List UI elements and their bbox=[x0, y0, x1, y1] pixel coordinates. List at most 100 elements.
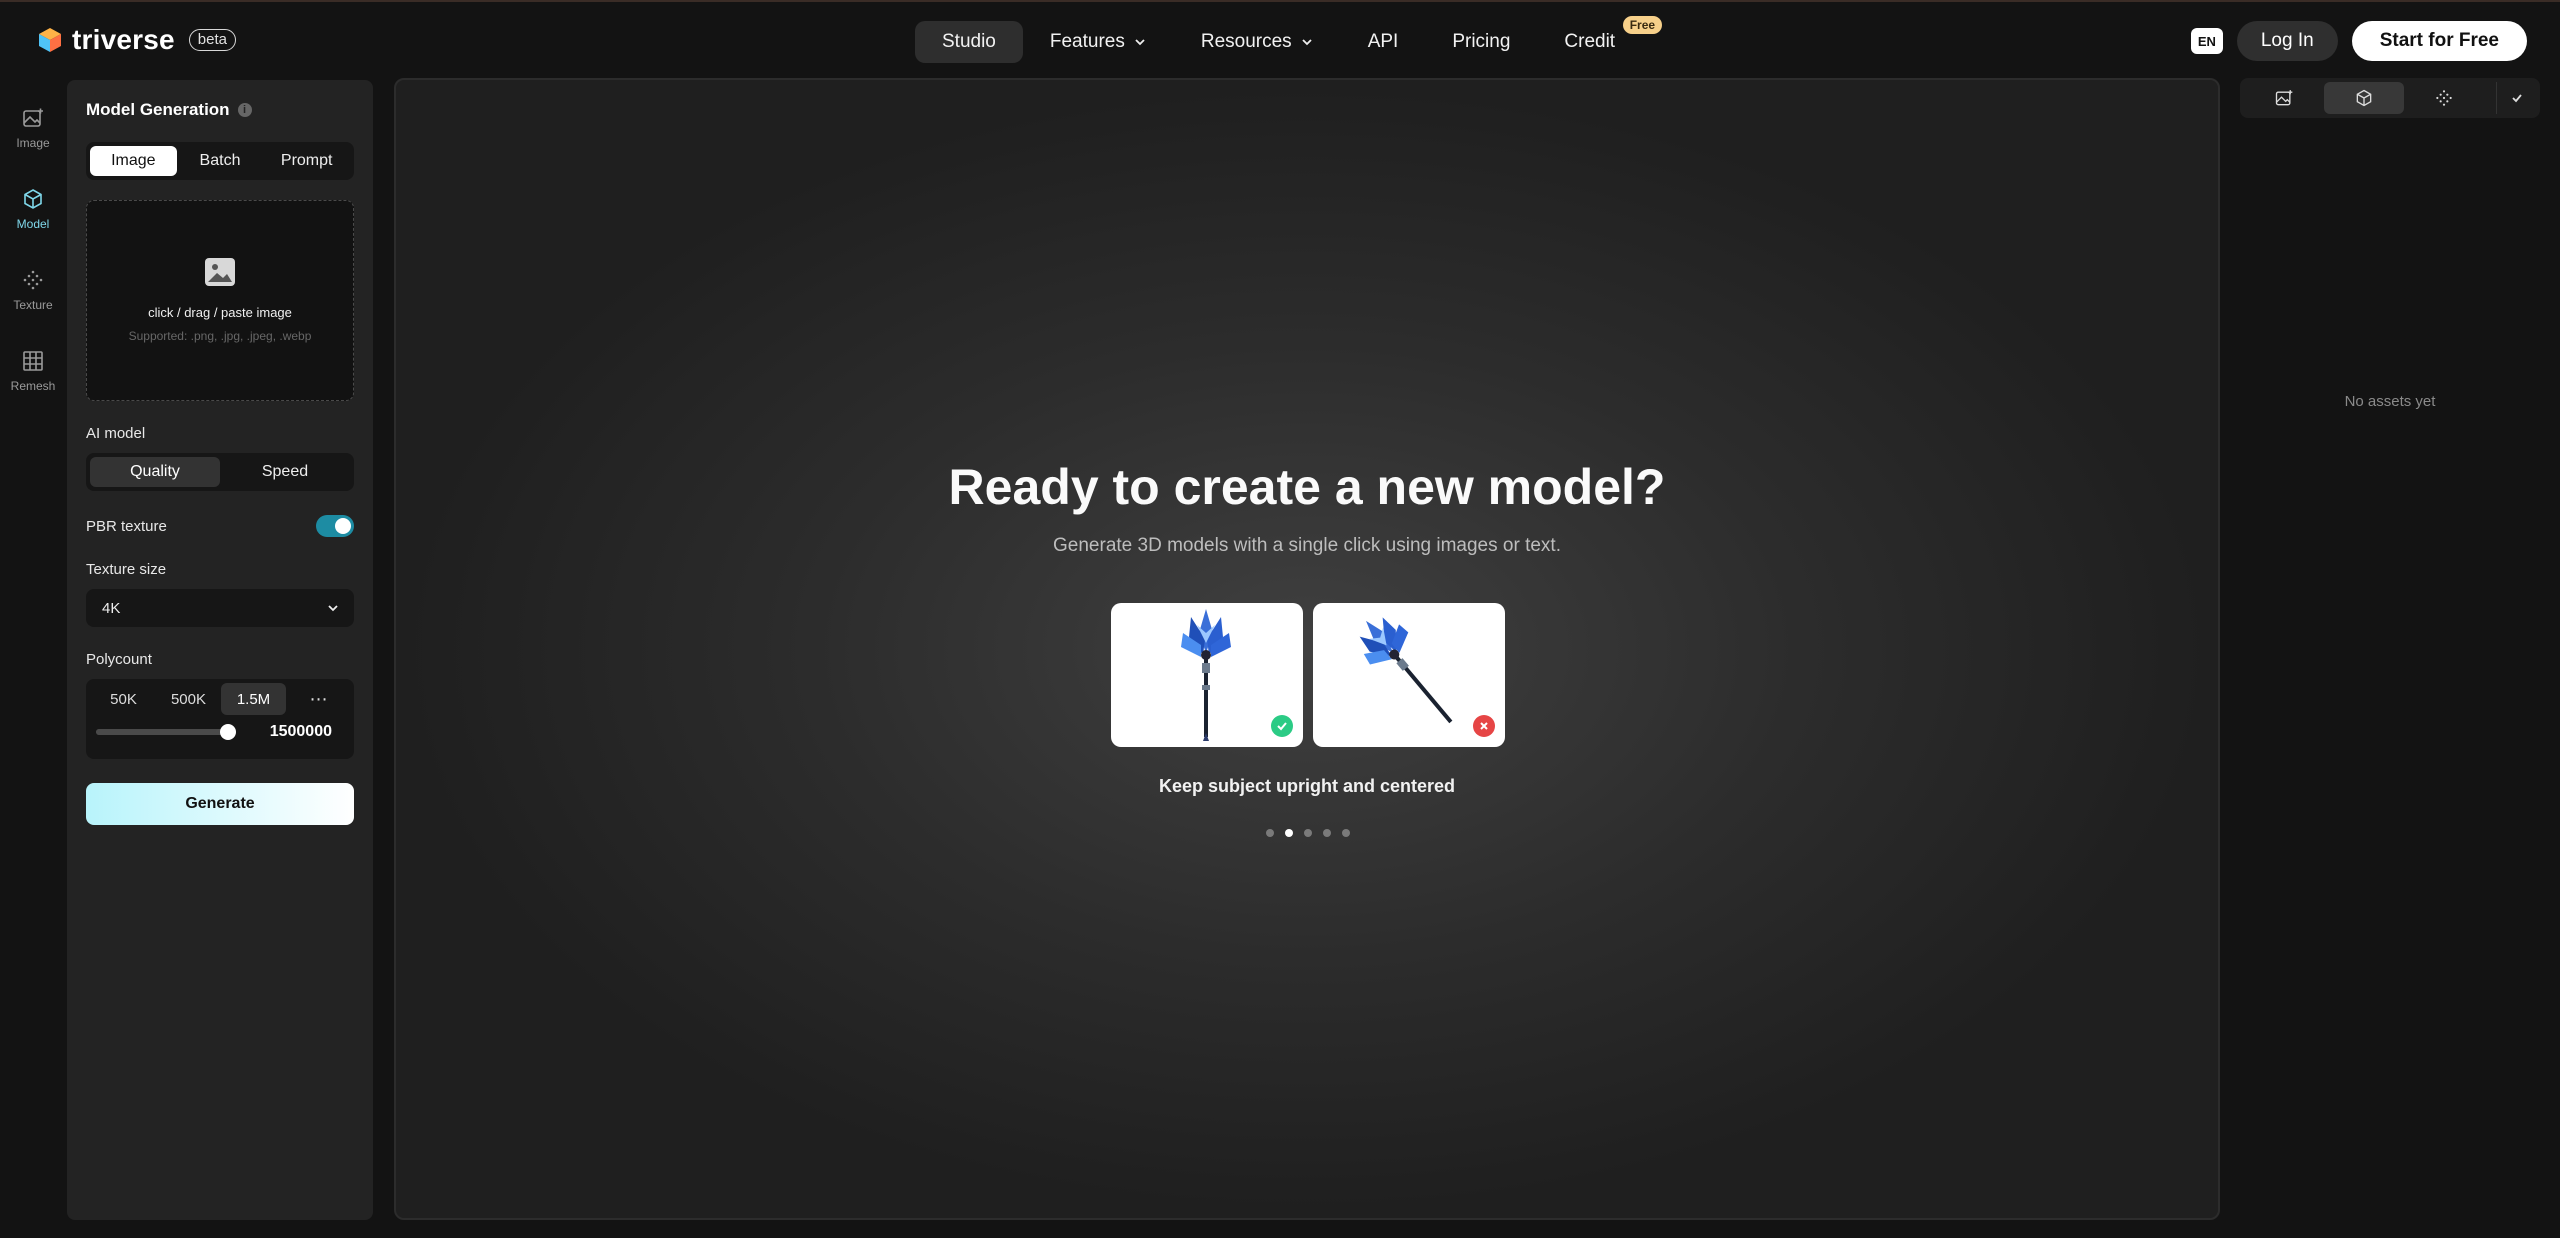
polycount-presets: 50K 500K 1.5M ⋯ bbox=[91, 683, 349, 715]
example-card-bad bbox=[1313, 603, 1505, 747]
rail-item-texture[interactable]: Texture bbox=[0, 258, 66, 339]
top-bar: triverse beta Studio Features Resources … bbox=[0, 0, 2560, 78]
grid-icon bbox=[23, 351, 43, 371]
example-caption: Keep subject upright and centered bbox=[1158, 776, 1456, 796]
texture-size-label: Texture size bbox=[86, 561, 167, 578]
polycount-slider-handle[interactable] bbox=[220, 724, 236, 740]
assets-panel: No assets yet bbox=[2240, 78, 2540, 410]
image-upload-dropzone[interactable]: click / drag / paste image Supported: .p… bbox=[86, 200, 354, 401]
rail-item-image[interactable]: Image bbox=[0, 96, 66, 177]
texture-dots-icon bbox=[2436, 90, 2452, 106]
preview-canvas: Ready to create a new model? Generate 3D… bbox=[394, 78, 2220, 1220]
polycount-control: 50K 500K 1.5M ⋯ 1500000 bbox=[86, 679, 354, 759]
canvas-title: Ready to create a new model? bbox=[948, 459, 1666, 515]
polycount-slider-fill bbox=[96, 729, 232, 735]
cube-icon bbox=[24, 189, 42, 209]
polycount-slider[interactable] bbox=[96, 724, 236, 740]
carousel-dot[interactable] bbox=[1304, 829, 1312, 837]
empty-assets-message: No assets yet bbox=[2344, 393, 2436, 410]
nav-label: Credit bbox=[1564, 31, 1616, 52]
asset-filter-tabs bbox=[2240, 78, 2540, 118]
nav-pricing[interactable]: Pricing bbox=[1425, 21, 1537, 63]
rail-item-remesh[interactable]: Remesh bbox=[0, 339, 66, 420]
rail-label: Image bbox=[16, 136, 50, 150]
brand-logo[interactable]: triverse beta bbox=[38, 24, 236, 56]
triverse-logo-icon bbox=[39, 28, 61, 52]
canvas-subtitle: Generate 3D models with a single click u… bbox=[1053, 535, 1561, 556]
nav-label: Features bbox=[1049, 31, 1125, 52]
pbr-texture-label: PBR texture bbox=[86, 517, 167, 535]
check-icon bbox=[2511, 94, 2522, 103]
close-icon bbox=[1473, 715, 1495, 737]
panel-title: Model Generation i bbox=[86, 98, 354, 122]
tab-batch[interactable]: Batch bbox=[177, 146, 264, 176]
example-cards bbox=[1111, 603, 1505, 747]
tool-rail: Image Model Texture Remesh bbox=[0, 96, 66, 420]
info-icon[interactable]: i bbox=[237, 103, 252, 117]
ai-model-label: AI model bbox=[86, 425, 146, 442]
nav-label: Resources bbox=[1200, 31, 1292, 52]
carousel-dot[interactable] bbox=[1323, 829, 1331, 837]
cube-icon bbox=[2356, 89, 2372, 107]
carousel-dots bbox=[1266, 829, 1350, 837]
asset-tab-image[interactable] bbox=[2244, 82, 2324, 114]
language-switcher[interactable]: EN bbox=[2190, 28, 2223, 54]
polycount-50k[interactable]: 50K bbox=[91, 683, 156, 715]
chevron-down-icon bbox=[1135, 39, 1145, 46]
start-for-free-button[interactable]: Start for Free bbox=[2351, 21, 2527, 61]
model-generation-panel: Model Generation i Image Batch Prompt cl… bbox=[67, 80, 373, 1220]
generate-button[interactable]: Generate bbox=[86, 783, 354, 825]
polycount-1-5m[interactable]: 1.5M bbox=[221, 683, 286, 715]
upload-supported-formats: Supported: .png, .jpg, .jpeg, .webp bbox=[128, 329, 312, 343]
rail-item-model[interactable]: Model bbox=[0, 177, 66, 258]
brand-name: triverse bbox=[72, 24, 175, 55]
nav-features[interactable]: Features bbox=[1023, 21, 1174, 63]
nav-api[interactable]: API bbox=[1341, 21, 1426, 63]
texture-size-value: 4K bbox=[102, 599, 121, 617]
input-mode-tabs: Image Batch Prompt bbox=[86, 142, 354, 180]
panel-title-text: Model Generation bbox=[86, 100, 230, 119]
pbr-texture-toggle[interactable] bbox=[316, 515, 354, 537]
carousel-dot[interactable] bbox=[1285, 829, 1293, 837]
check-icon bbox=[1271, 715, 1293, 737]
nav-studio[interactable]: Studio bbox=[915, 21, 1023, 63]
polycount-500k[interactable]: 500K bbox=[156, 683, 221, 715]
pbr-texture-row: PBR texture bbox=[86, 515, 354, 537]
image-placeholder-icon bbox=[205, 258, 235, 286]
free-badge: Free bbox=[1622, 16, 1663, 34]
texture-size-select[interactable]: 4K bbox=[86, 589, 354, 627]
upload-instruction: click / drag / paste image bbox=[148, 305, 292, 320]
chevron-down-icon bbox=[328, 605, 338, 612]
nav-label: Pricing bbox=[1452, 31, 1511, 52]
example-card-good bbox=[1111, 603, 1303, 747]
image-edit-icon bbox=[2275, 90, 2293, 106]
ai-model-speed[interactable]: Speed bbox=[220, 457, 350, 487]
tab-image[interactable]: Image bbox=[90, 146, 177, 176]
ai-model-quality[interactable]: Quality bbox=[90, 457, 220, 487]
nav-resources[interactable]: Resources bbox=[1174, 21, 1341, 63]
tab-prompt[interactable]: Prompt bbox=[263, 146, 350, 176]
image-edit-icon bbox=[23, 108, 43, 127]
header-actions: EN Log In Start for Free bbox=[2190, 21, 2527, 61]
polycount-value[interactable]: 1500000 bbox=[270, 723, 349, 741]
rail-label: Model bbox=[16, 217, 50, 231]
chevron-down-icon bbox=[1302, 39, 1312, 46]
polycount-label: Polycount bbox=[86, 651, 152, 668]
nav-label: Studio bbox=[942, 31, 996, 52]
more-options-icon[interactable]: ⋯ bbox=[289, 689, 349, 710]
carousel-dot[interactable] bbox=[1266, 829, 1274, 837]
select-all-button[interactable] bbox=[2496, 82, 2536, 114]
rail-label: Texture bbox=[13, 298, 53, 312]
rail-label: Remesh bbox=[10, 379, 56, 393]
nav-label: API bbox=[1367, 31, 1399, 52]
polycount-slider-row: 1500000 bbox=[91, 723, 349, 741]
asset-tab-model[interactable] bbox=[2324, 82, 2404, 114]
carousel-dot[interactable] bbox=[1342, 829, 1350, 837]
main-nav: Studio Features Resources API Pricing Cr… bbox=[915, 16, 1663, 63]
login-button[interactable]: Log In bbox=[2236, 21, 2338, 61]
nav-credit[interactable]: Credit Free bbox=[1537, 16, 1663, 63]
beta-badge: beta bbox=[188, 29, 236, 51]
asset-tab-texture[interactable] bbox=[2404, 82, 2484, 114]
ai-model-selector: Quality Speed bbox=[86, 453, 354, 491]
texture-dots-icon bbox=[23, 270, 43, 290]
